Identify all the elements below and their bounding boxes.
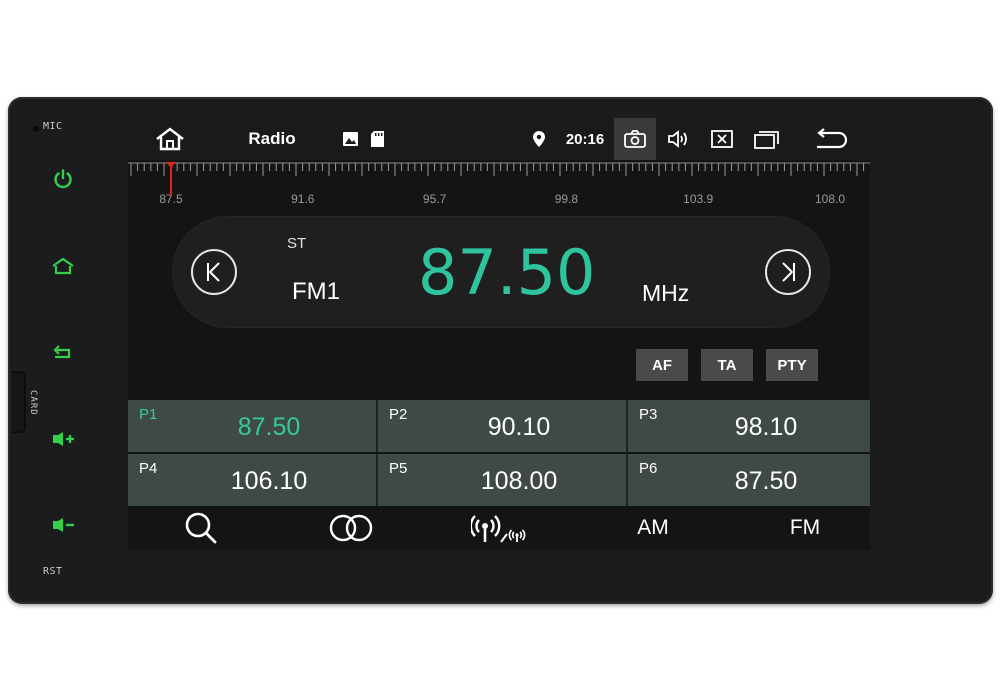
back-button[interactable] <box>810 118 850 160</box>
image-icon <box>340 118 360 160</box>
tuning-marker[interactable] <box>166 160 176 196</box>
location-icon <box>529 118 549 160</box>
scale-ticks <box>128 162 870 176</box>
preset-frequency: 87.50 <box>237 413 301 441</box>
preset-grid: P1 87.50 P2 90.10 P3 98.10 P4 106.10 P5 108.0… <box>128 400 870 506</box>
camera-icon <box>624 130 646 148</box>
app-title: Radio <box>248 129 296 148</box>
preset-frequency: 108.00 <box>480 467 558 495</box>
sd-card-slot <box>12 371 26 433</box>
frequency-display: 87.50 <box>418 236 596 309</box>
hw-home-button[interactable] <box>46 249 80 283</box>
stereo-indicator: ST <box>287 235 307 252</box>
close-window-icon <box>711 130 733 148</box>
rst-label: RST <box>43 566 63 577</box>
status-bar: Radio 20:16 <box>128 118 870 160</box>
scale-label: 91.6 <box>291 192 315 206</box>
screenshot-button[interactable] <box>614 118 656 160</box>
search-button[interactable] <box>178 506 224 550</box>
scale-label: 108.0 <box>814 192 846 206</box>
preset-frequency: 98.10 <box>734 413 798 441</box>
ta-button[interactable]: TA <box>701 349 753 381</box>
scale-label: 95.7 <box>422 192 447 206</box>
volume-down-icon <box>53 518 74 532</box>
power-icon <box>54 169 72 189</box>
preset-frequency: 87.50 <box>734 467 798 495</box>
preset-frequency: 90.10 <box>487 413 551 441</box>
preset-frequency: 106.10 <box>230 467 308 495</box>
bottom-bar: AM FM <box>128 506 870 550</box>
radio-screen: Radio 20:16 87.5 91.6 95.7 99.8 103.9 10… <box>128 118 870 550</box>
sd-card-icon <box>367 118 387 160</box>
scale-label: 103.9 <box>683 192 714 206</box>
scale-label: 99.8 <box>554 192 579 206</box>
volume-button[interactable] <box>664 118 694 160</box>
hw-power-button[interactable] <box>46 162 80 196</box>
volume-icon <box>668 130 687 148</box>
recent-apps-icon <box>754 131 779 149</box>
home-button[interactable] <box>150 118 190 160</box>
frequency-scale[interactable]: 87.5 91.6 95.7 99.8 103.9 108.0 <box>128 160 870 210</box>
volume-up-icon <box>53 432 74 446</box>
clock: 20:16 <box>565 130 605 148</box>
af-button[interactable]: AF <box>636 349 688 381</box>
preset-5[interactable]: P5 108.00 <box>378 454 628 506</box>
preset-2[interactable]: P2 90.10 <box>378 400 628 452</box>
preset-4[interactable]: P4 106.10 <box>128 454 378 506</box>
hw-volume-down-button[interactable] <box>46 508 80 542</box>
back-icon <box>53 345 71 359</box>
broadcast-icon <box>471 515 526 543</box>
band-label[interactable]: FM1 <box>292 278 340 306</box>
stereo-icon <box>329 514 373 542</box>
seek-next-button[interactable] <box>765 249 811 295</box>
am-button[interactable]: AM <box>628 506 678 550</box>
seek-prev-icon <box>207 262 220 282</box>
preset-3[interactable]: P3 98.10 <box>628 400 870 452</box>
mic-label: MIC <box>43 121 63 132</box>
home-icon <box>52 257 74 275</box>
hw-volume-up-button[interactable] <box>46 422 80 456</box>
recent-apps-button[interactable] <box>750 118 784 160</box>
preset-6[interactable]: P6 87.50 <box>628 454 870 506</box>
fm-button[interactable]: FM <box>780 506 830 550</box>
pty-button[interactable]: PTY <box>766 349 818 381</box>
search-icon <box>185 512 217 544</box>
home-icon <box>156 127 184 151</box>
back-icon <box>817 128 847 149</box>
mic-hole <box>33 126 39 132</box>
seek-next-icon <box>782 262 795 282</box>
local-distance-button[interactable] <box>470 506 530 550</box>
seek-prev-button[interactable] <box>191 249 237 295</box>
close-window-button[interactable] <box>707 118 737 160</box>
preset-1[interactable]: P1 87.50 <box>128 400 378 452</box>
frequency-unit: MHz <box>642 280 690 306</box>
hw-back-button[interactable] <box>46 336 80 370</box>
stereo-toggle-button[interactable] <box>326 506 376 550</box>
card-label: CARD <box>28 390 38 416</box>
